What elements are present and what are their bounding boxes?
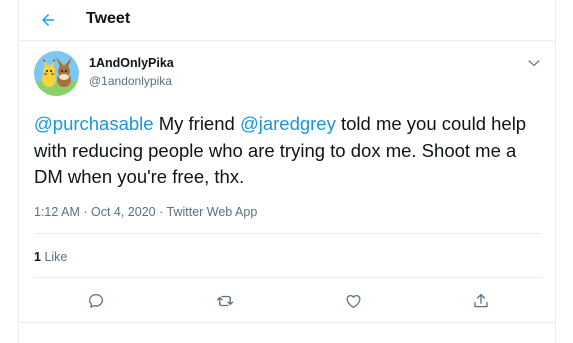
likes-count: 1 [34, 250, 41, 264]
author-handle[interactable]: @1andonlypika [89, 73, 172, 89]
reply-button[interactable] [83, 288, 109, 314]
tweet-actions [19, 288, 555, 314]
likes-stat[interactable]: 1 Like [34, 249, 67, 265]
mention-link[interactable]: @purchasable [34, 113, 154, 134]
tweet-meta: 1:12 AM · Oct 4, 2020 · Twitter Web App [34, 204, 257, 220]
likes-label: Like [44, 250, 68, 264]
divider [34, 233, 542, 234]
reply-icon [88, 293, 104, 308]
meta-separator: · [79, 205, 91, 219]
avatar-image [34, 51, 79, 96]
mention-link[interactable]: @jaredgrey [240, 113, 336, 134]
tweet-text-part: My friend [153, 113, 240, 134]
author-name[interactable]: 1AndOnlyPika [89, 55, 174, 71]
page-header: Tweet [19, 0, 555, 41]
chevron-down-icon [528, 60, 540, 67]
retweet-button[interactable] [212, 288, 238, 314]
back-button[interactable] [35, 7, 61, 33]
meta-separator: · [155, 205, 167, 219]
like-icon [345, 295, 361, 309]
divider [34, 277, 542, 278]
tweet-time[interactable]: 1:12 AM [34, 205, 80, 219]
tweet-source[interactable]: Twitter Web App [167, 205, 258, 219]
share-button[interactable] [468, 288, 494, 314]
tweet-column: Tweet 1AndOnlyPika @1andonlypika @purcha… [18, 0, 556, 343]
arrow-left-icon [42, 14, 54, 26]
share-icon [474, 293, 488, 308]
divider [19, 322, 555, 323]
tweet-date[interactable]: Oct 4, 2020 [91, 205, 156, 219]
more-options-button[interactable] [525, 54, 543, 72]
retweet-icon [216, 295, 234, 307]
avatar[interactable] [34, 51, 79, 96]
page-title: Tweet [86, 10, 131, 27]
like-button[interactable] [340, 288, 366, 314]
tweet-text: @purchasable My friend @jaredgrey told m… [34, 111, 549, 191]
